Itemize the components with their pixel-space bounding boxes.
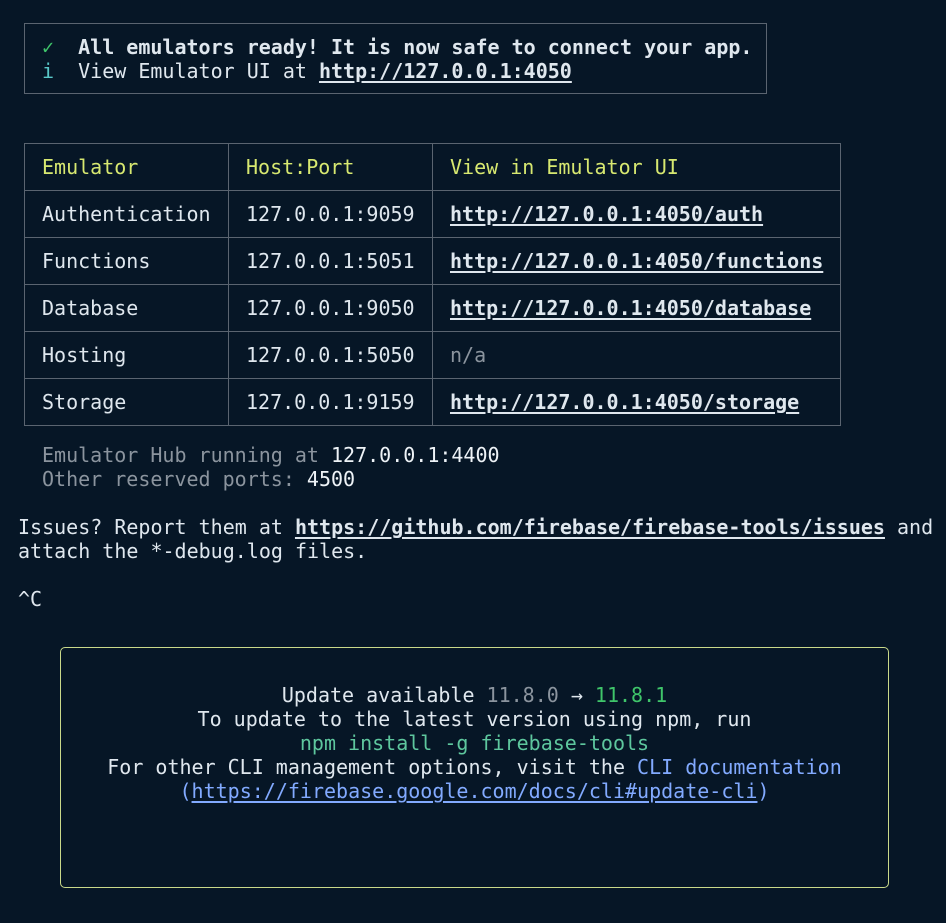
emulator-name: Hosting	[24, 331, 229, 379]
reserved-ports-line: Other reserved ports: 4500	[42, 467, 355, 491]
update-instructions: To update to the latest version using np…	[197, 707, 752, 731]
table-row: Authentication 127.0.0.1:9059 http://127…	[24, 190, 841, 238]
paren-close: )	[757, 779, 770, 803]
emulator-ui-link[interactable]: http://127.0.0.1:4050/storage	[450, 390, 799, 414]
emulator-host: 127.0.0.1:9159	[228, 378, 433, 426]
update-label: Update available	[281, 683, 487, 707]
emulator-ui-link[interactable]: http://127.0.0.1:4050/auth	[450, 202, 763, 226]
hub-label: Emulator Hub running at	[42, 443, 331, 467]
cli-docs-label[interactable]: CLI documentation	[637, 755, 842, 779]
info-icon: i	[42, 59, 55, 83]
ready-message: All emulators ready! It is now safe to c…	[78, 35, 753, 59]
table-row: Storage 127.0.0.1:9159 http://127.0.0.1:…	[24, 378, 841, 426]
emulator-table: Emulator Host:Port View in Emulator UI A…	[24, 143, 841, 426]
issues-line: Issues? Report them at https://github.co…	[18, 515, 933, 539]
emulator-name: Functions	[24, 237, 229, 285]
cli-docs-link[interactable]: https://firebase.google.com/docs/cli#upd…	[192, 779, 758, 803]
header-host-port: Host:Port	[228, 143, 433, 191]
emulator-name: Storage	[24, 378, 229, 426]
hub-line: Emulator Hub running at 127.0.0.1:4400	[42, 443, 500, 467]
table-header-row: Emulator Host:Port View in Emulator UI	[24, 143, 841, 191]
update-available-line: Update available 11.8.0 → 11.8.1	[60, 683, 889, 707]
check-icon: ✓	[42, 35, 55, 59]
header-emulator: Emulator	[24, 143, 229, 191]
cli-docs-line: For other CLI management options, visit …	[60, 755, 889, 779]
cli-docs-url-line: (https://firebase.google.com/docs/cli#up…	[60, 779, 889, 803]
emulator-ui-line: i View Emulator UI at http://127.0.0.1:4…	[42, 59, 572, 83]
emulator-ui-link[interactable]: http://127.0.0.1:4050/functions	[450, 249, 823, 273]
reserved-label: Other reserved ports:	[42, 467, 307, 491]
ready-message-line: ✓ All emulators ready! It is now safe to…	[42, 35, 752, 59]
emulator-name: Authentication	[24, 190, 229, 238]
emulator-host: 127.0.0.1:9050	[228, 284, 433, 332]
update-command: npm install -g firebase-tools	[299, 731, 650, 755]
table-row: Database 127.0.0.1:9050 http://127.0.0.1…	[24, 284, 841, 332]
emulator-host: 127.0.0.1:5050	[228, 331, 433, 379]
old-version: 11.8.0	[486, 683, 559, 707]
issues-link[interactable]: https://github.com/firebase/firebase-too…	[295, 515, 885, 539]
header-view-in-ui: View in Emulator UI	[432, 143, 841, 191]
emulator-name: Database	[24, 284, 229, 332]
emulator-host: 127.0.0.1:9059	[228, 190, 433, 238]
emulator-ui-na: n/a	[450, 343, 487, 367]
emulator-ui-prefix: View Emulator UI at	[78, 59, 319, 83]
emulator-ui-link[interactable]: http://127.0.0.1:4050	[319, 59, 572, 83]
emulator-ui-link[interactable]: http://127.0.0.1:4050/database	[450, 296, 811, 320]
emulator-host: 127.0.0.1:5051	[228, 237, 433, 285]
hub-value: 127.0.0.1:4400	[330, 443, 500, 467]
reserved-value: 4500	[306, 467, 356, 491]
arrow-icon: →	[558, 683, 595, 707]
issues-prefix: Issues? Report them at	[18, 515, 295, 539]
new-version: 11.8.1	[594, 683, 668, 707]
table-row: Functions 127.0.0.1:5051 http://127.0.0.…	[24, 237, 841, 285]
interrupt-text: ^C	[18, 587, 43, 611]
table-row: Hosting 127.0.0.1:5050 n/a	[24, 331, 841, 379]
issues-line-2: attach the *-debug.log files.	[18, 539, 368, 563]
cli-docs-prefix: For other CLI management options, visit …	[107, 755, 638, 779]
paren-open: (	[179, 779, 192, 803]
issues-suffix: and	[884, 515, 934, 539]
